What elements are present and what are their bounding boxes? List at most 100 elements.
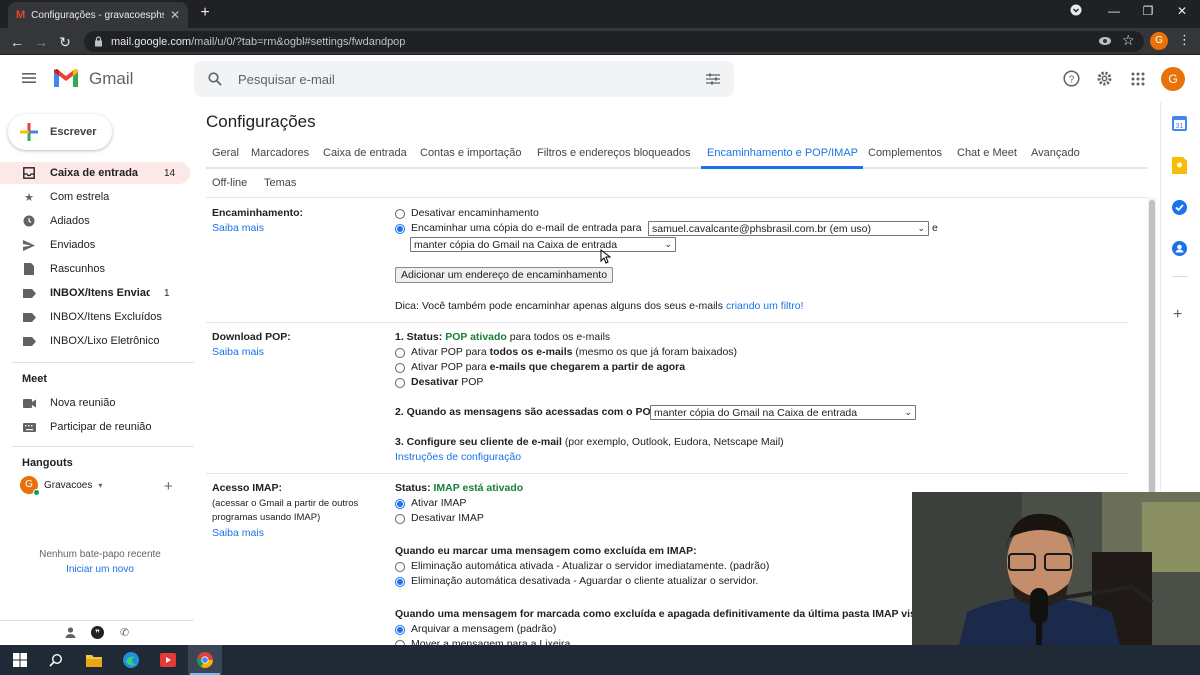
hangouts-user[interactable]: G Gravacoes ▾	[20, 476, 180, 494]
radio-pop-from-now[interactable]	[395, 363, 405, 373]
radio-archive-message[interactable]	[395, 625, 405, 635]
settings-gear-icon[interactable]	[1096, 70, 1113, 87]
meet-section-title: Meet	[22, 373, 48, 385]
online-status-dot	[33, 489, 40, 496]
app-name: Gmail	[89, 69, 134, 88]
sidebar-item-new-meeting[interactable]: Nova reunião	[0, 392, 190, 414]
contacts-app-icon[interactable]	[1172, 241, 1187, 256]
tab-off-line[interactable]: Off-line	[212, 177, 247, 189]
account-avatar[interactable]: G	[1161, 67, 1185, 91]
minimize-icon[interactable]: —	[1104, 4, 1124, 18]
forward-icon[interactable]: →	[32, 33, 50, 51]
keep-copy-select[interactable]: manter cópia do Gmail na Caixa de entrad…	[410, 237, 676, 252]
pop-from-now-label: Ativar POP para e-mails que chegarem a p…	[411, 361, 685, 373]
calendar-icon[interactable]: 31	[1172, 116, 1187, 131]
file-explorer-icon[interactable]	[84, 650, 104, 670]
tab-filtros[interactable]: Filtros e endereços bloqueados	[537, 147, 690, 159]
new-tab-icon[interactable]: +	[196, 4, 214, 22]
search-options-icon[interactable]	[706, 73, 720, 85]
create-filter-link[interactable]: criando um filtro!	[726, 300, 804, 312]
forward-address-select[interactable]: samuel.cavalcante@phsbrasil.com.br (em u…	[648, 221, 929, 236]
search-bar[interactable]: Pesquisar e-mail	[194, 61, 734, 97]
radio-disable-forwarding[interactable]	[395, 209, 405, 219]
compose-button[interactable]: Escrever	[8, 114, 112, 150]
forwarding-learn-more-link[interactable]: Saiba mais	[212, 222, 264, 234]
sidebar-item-sent-items[interactable]: INBOX/Itens Enviad... 1	[0, 282, 190, 304]
sidebar-item-snoozed[interactable]: Adiados	[0, 210, 190, 232]
search-input[interactable]: Pesquisar e-mail	[238, 72, 690, 87]
contacts-icon[interactable]	[65, 627, 76, 638]
star-icon: ★	[24, 191, 34, 204]
add-addon-icon[interactable]: +	[1173, 306, 1182, 324]
tab-caixa-de-entrada[interactable]: Caixa de entrada	[323, 147, 407, 159]
edge-browser-icon[interactable]	[121, 650, 141, 670]
radio-forward-copy[interactable]	[395, 224, 405, 234]
browser-menu-icon[interactable]: ⋮	[1178, 32, 1191, 48]
windows-search-icon[interactable]	[46, 650, 66, 670]
maximize-icon[interactable]: ❐	[1138, 4, 1158, 18]
tab-chat-e-meet[interactable]: Chat e Meet	[957, 147, 1017, 159]
sidebar-item-sent[interactable]: Enviados	[0, 234, 190, 256]
radio-auto-expunge-on[interactable]	[395, 562, 405, 572]
chat-bubble-icon[interactable]: ❞	[91, 626, 104, 639]
sidebar-item-inbox[interactable]: Caixa de entrada 14	[0, 162, 190, 184]
sidebar-item-junk[interactable]: INBOX/Lixo Eletrônico	[0, 330, 190, 352]
tasks-icon[interactable]	[1172, 200, 1187, 215]
gmail-favicon-icon: M	[16, 9, 26, 21]
pop-access-select[interactable]: manter cópia do Gmail na Caixa de entrad…	[650, 405, 916, 420]
recorder-app-icon[interactable]	[158, 650, 178, 670]
bookmark-star-icon[interactable]: ☆	[1122, 32, 1135, 49]
browser-toolbar: ← → ↻ mail.google.com/mail/u/0/?tab=rm&o…	[0, 28, 1200, 55]
browser-profile-avatar[interactable]: G	[1150, 32, 1168, 50]
radio-imap-enable[interactable]	[395, 499, 405, 509]
sidebar-item-join-meeting[interactable]: Participar de reunião	[0, 416, 190, 438]
sidebar-item-drafts[interactable]: Rascunhos	[0, 258, 190, 280]
tab-temas[interactable]: Temas	[264, 177, 296, 189]
svg-text:31: 31	[1176, 123, 1184, 130]
apps-grid-icon[interactable]	[1131, 72, 1145, 86]
tab-contas-e-importacao[interactable]: Contas e importação	[420, 147, 522, 159]
sidebar-item-label: Rascunhos	[50, 263, 106, 275]
start-new-chat-link[interactable]: Iniciar um novo	[0, 564, 200, 575]
back-icon[interactable]: ←	[8, 33, 26, 51]
radio-pop-disable[interactable]	[395, 378, 405, 388]
browser-tab[interactable]: M Configurações - gravacoesphsbr... ✕	[8, 2, 188, 28]
chrome-taskbar-icon[interactable]	[195, 650, 215, 670]
sidebar-item-deleted-items[interactable]: INBOX/Itens Excluídos	[0, 306, 190, 328]
add-forwarding-address-button[interactable]: Adicionar um endereço de encaminhamento	[395, 267, 614, 283]
address-bar[interactable]: mail.google.com/mail/u/0/?tab=rm&ogbl#se…	[84, 31, 1144, 52]
tab-geral[interactable]: Geral	[212, 147, 239, 159]
phone-icon[interactable]: ✆	[120, 626, 129, 639]
reload-icon[interactable]: ↻	[56, 33, 74, 51]
tab-avancado[interactable]: Avançado	[1031, 147, 1080, 159]
main-menu-icon[interactable]	[22, 72, 36, 84]
close-tab-icon[interactable]: ✕	[170, 8, 180, 22]
tab-marcadores[interactable]: Marcadores	[251, 147, 309, 159]
help-icon[interactable]: ?	[1063, 70, 1080, 87]
keep-copy-value: manter cópia do Gmail na Caixa de entrad…	[414, 238, 618, 251]
radio-pop-all[interactable]	[395, 348, 405, 358]
scrollbar-thumb[interactable]	[1149, 200, 1155, 500]
add-chat-icon[interactable]: +	[164, 478, 173, 495]
pop-q3-a: 3. Configure seu cliente de e-mail	[395, 436, 562, 448]
gmail-logo-icon[interactable]	[52, 68, 80, 89]
sidebar-item-starred[interactable]: ★ Com estrela	[0, 186, 190, 208]
windows-start-icon[interactable]	[10, 650, 30, 670]
chevron-down-icon[interactable]: ▾	[98, 481, 102, 490]
sidebar-item-label: Com estrela	[50, 191, 110, 203]
close-window-icon[interactable]: ✕	[1172, 4, 1192, 18]
tab-encaminhamento[interactable]: Encaminhamento e POP/IMAP	[707, 147, 858, 159]
tab-complementos[interactable]: Complementos	[868, 147, 942, 159]
keep-icon[interactable]	[1172, 157, 1187, 174]
sidebar-item-label: INBOX/Itens Excluídos	[50, 311, 162, 323]
search-icon[interactable]	[208, 72, 222, 86]
imap-learn-more-link[interactable]: Saiba mais	[212, 527, 264, 539]
radio-imap-disable[interactable]	[395, 514, 405, 524]
forward-copy-label: Encaminhar uma cópia do e-mail de entrad…	[411, 222, 642, 234]
sidebar-item-label: Participar de reunião	[50, 421, 152, 433]
tab-search-icon[interactable]	[1070, 4, 1090, 16]
radio-auto-expunge-off[interactable]	[395, 577, 405, 587]
config-instructions-link[interactable]: Instruções de configuração	[395, 451, 521, 463]
pop-learn-more-link[interactable]: Saiba mais	[212, 346, 264, 358]
extension-icon[interactable]	[1098, 35, 1112, 47]
